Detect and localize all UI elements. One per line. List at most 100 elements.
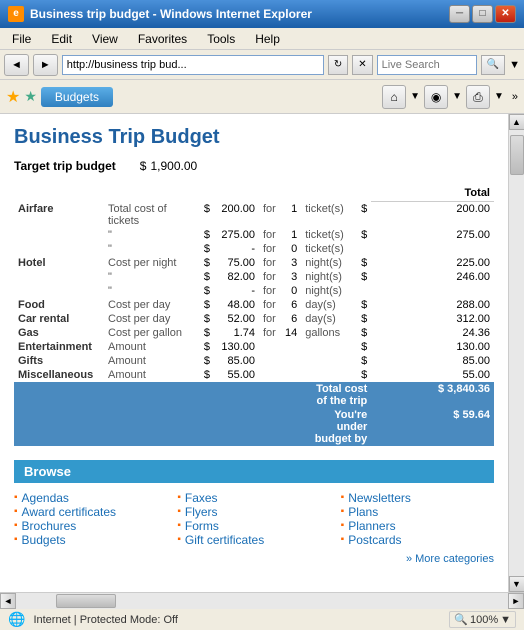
category-gas: Gas xyxy=(14,326,104,340)
target-value: 1,900.00 xyxy=(150,159,197,173)
browse-label: Plans xyxy=(348,505,378,519)
add-favorites-icon[interactable]: ★ xyxy=(24,88,37,105)
browse-item-planners[interactable]: ▪ Planners xyxy=(341,519,494,533)
zoom-icon: 🔍 xyxy=(454,613,468,626)
category-airfare: Airfare xyxy=(14,202,104,228)
bullet-icon: ▪ xyxy=(341,506,345,517)
category-hotel: Hotel xyxy=(14,256,104,270)
under-budget-row: You're under budget by $ 59.64 xyxy=(14,408,494,446)
print-arrow[interactable]: ▼ xyxy=(494,91,504,102)
bullet-icon: ▪ xyxy=(14,492,18,503)
more-categories-link[interactable]: » More categories xyxy=(14,553,494,565)
category-carrental: Car rental xyxy=(14,312,104,326)
favorites-star-icon[interactable]: ★ xyxy=(6,87,20,107)
browser-icon: e xyxy=(8,6,24,22)
bullet-icon: ▪ xyxy=(341,534,345,545)
browse-grid: ▪ Agendas ▪ Award certificates ▪ Brochur… xyxy=(14,491,494,547)
close-button[interactable]: ✕ xyxy=(495,5,516,23)
category-entertainment: Entertainment xyxy=(14,340,104,354)
browse-item-postcards[interactable]: ▪ Postcards xyxy=(341,533,494,547)
menu-view[interactable]: View xyxy=(84,30,126,48)
total-cost-value: $ 3,840.36 xyxy=(371,382,494,408)
h-scroll-track[interactable] xyxy=(16,593,508,609)
maximize-button[interactable]: □ xyxy=(472,5,493,23)
rss-arrow[interactable]: ▼ xyxy=(452,91,462,102)
table-row: Gifts Amount $ 85.00 $ 85.00 xyxy=(14,354,494,368)
browse-label: Planners xyxy=(348,519,395,533)
budget-title: Business Trip Budget xyxy=(14,126,494,149)
bullet-icon: ▪ xyxy=(177,506,181,517)
h-scroll-thumb[interactable] xyxy=(56,594,116,608)
menu-help[interactable]: Help xyxy=(247,30,288,48)
bullet-icon: ▪ xyxy=(177,492,181,503)
print-button[interactable]: ⎙ xyxy=(466,85,490,109)
scroll-track[interactable] xyxy=(509,130,524,576)
table-row: " $ 82.00 for 3 night(s) $ 246.00 xyxy=(14,270,494,284)
stop-button[interactable]: ✕ xyxy=(352,55,372,75)
browser-content: Business Trip Budget Target trip budget … xyxy=(0,114,524,592)
browse-item-budgets[interactable]: ▪ Budgets xyxy=(14,533,167,547)
zoom-level[interactable]: 🔍 100% ▼ xyxy=(449,611,516,628)
search-button[interactable]: 🔍 xyxy=(481,55,505,75)
vertical-scrollbar: ▲ ▼ xyxy=(508,114,524,592)
browse-label: Faxes xyxy=(185,491,218,505)
scroll-up-button[interactable]: ▲ xyxy=(509,114,524,130)
rss-button[interactable]: ◉ xyxy=(424,85,448,109)
target-currency: $ xyxy=(140,159,147,173)
browse-label: Forms xyxy=(185,519,219,533)
menu-file[interactable]: File xyxy=(4,30,39,48)
table-row: Hotel Cost per night $ 75.00 for 3 night… xyxy=(14,256,494,270)
under-budget-value: $ 59.64 xyxy=(371,408,494,446)
browse-item-agendas[interactable]: ▪ Agendas xyxy=(14,491,167,505)
search-arrow[interactable]: ▼ xyxy=(509,59,520,71)
scroll-thumb[interactable] xyxy=(510,135,524,175)
zoom-value: 100% xyxy=(470,614,498,626)
total-cost-row: Total cost of the trip $ 3,840.36 xyxy=(14,382,494,408)
window-controls: ─ □ ✕ xyxy=(449,5,516,23)
status-text: Internet | Protected Mode: Off xyxy=(33,614,441,626)
category-misc: Miscellaneous xyxy=(14,368,104,382)
menu-favorites[interactable]: Favorites xyxy=(130,30,195,48)
home-button[interactable]: ⌂ xyxy=(382,85,406,109)
search-input[interactable] xyxy=(377,55,477,75)
browse-item-award-certificates[interactable]: ▪ Award certificates xyxy=(14,505,167,519)
bullet-icon: ▪ xyxy=(14,520,18,531)
minimize-button[interactable]: ─ xyxy=(449,5,470,23)
browse-item-brochures[interactable]: ▪ Brochures xyxy=(14,519,167,533)
budgets-tab[interactable]: Budgets xyxy=(41,87,113,107)
browse-item-gift-certificates[interactable]: ▪ Gift certificates xyxy=(177,533,330,547)
table-row: Entertainment Amount $ 130.00 $ 130.00 xyxy=(14,340,494,354)
menu-tools[interactable]: Tools xyxy=(199,30,243,48)
browse-item-forms[interactable]: ▪ Forms xyxy=(177,519,330,533)
horizontal-scrollbar: ◄ ► xyxy=(0,592,524,608)
more-tools-button[interactable]: » xyxy=(512,91,518,103)
table-row: Gas Cost per gallon $ 1.74 for 14 gallon… xyxy=(14,326,494,340)
bullet-icon: ▪ xyxy=(14,534,18,545)
browse-col-1: ▪ Agendas ▪ Award certificates ▪ Brochur… xyxy=(14,491,167,547)
scroll-left-button[interactable]: ◄ xyxy=(0,593,16,609)
home-arrow[interactable]: ▼ xyxy=(410,91,420,102)
scroll-down-button[interactable]: ▼ xyxy=(509,576,524,592)
address-input[interactable] xyxy=(62,55,324,75)
bullet-icon: ▪ xyxy=(177,520,181,531)
bullet-icon: ▪ xyxy=(177,534,181,545)
refresh-button[interactable]: ↻ xyxy=(328,55,348,75)
total-header: Total xyxy=(371,185,494,202)
table-row: " $ - for 0 ticket(s) xyxy=(14,242,494,256)
zoom-arrow-icon: ▼ xyxy=(500,614,511,626)
browse-item-plans[interactable]: ▪ Plans xyxy=(341,505,494,519)
browse-item-newsletters[interactable]: ▪ Newsletters xyxy=(341,491,494,505)
title-bar: e Business trip budget - Windows Interne… xyxy=(0,0,524,28)
scroll-right-button[interactable]: ► xyxy=(508,593,524,609)
browse-item-faxes[interactable]: ▪ Faxes xyxy=(177,491,330,505)
back-button[interactable]: ◄ xyxy=(4,54,29,76)
bullet-icon: ▪ xyxy=(341,492,345,503)
forward-button[interactable]: ► xyxy=(33,54,58,76)
table-row: Airfare Total cost of tickets $ 200.00 f… xyxy=(14,202,494,228)
browse-col-3: ▪ Newsletters ▪ Plans ▪ Planners ▪ Postc… xyxy=(341,491,494,547)
browse-item-flyers[interactable]: ▪ Flyers xyxy=(177,505,330,519)
total-cost-label: Total cost of the trip xyxy=(301,382,371,408)
table-row: Car rental Cost per day $ 52.00 for 6 da… xyxy=(14,312,494,326)
menu-edit[interactable]: Edit xyxy=(43,30,80,48)
menu-bar: File Edit View Favorites Tools Help xyxy=(0,28,524,50)
